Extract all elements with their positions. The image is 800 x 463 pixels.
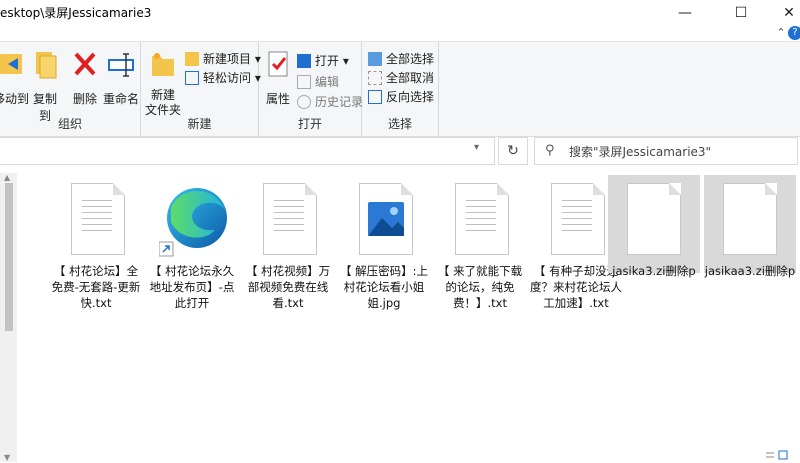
new-item-label: 新建项目 ▾ [203,52,261,66]
search-input[interactable]: 搜索"录屏Jessicamarie3" [569,143,711,160]
address-bar[interactable]: ▾ [0,137,495,165]
edge-icon [159,188,227,257]
file-item[interactable]: 【 解压密码】:上村花论坛看小姐姐.jpg [337,175,431,311]
maximize-button[interactable]: ☐ [718,0,764,26]
group-new: 新建 文件夹 新建项目 ▾ 轻松访问 ▾ 新建 [141,42,261,136]
new-folder-button[interactable]: 新建 文件夹 [145,48,181,118]
search-icon: ⚲ [545,143,555,158]
rename-button[interactable]: 重命名 [102,48,140,107]
move-to-icon [0,54,22,74]
text-file-icon [551,183,605,255]
file-name: 【 来了就能下载的论坛，纯免费！】.txt [437,264,523,310]
file-item-selected[interactable]: jasika3.zi删除p [608,175,700,278]
group-select-label: 选择 [387,117,412,131]
file-item-selected[interactable]: jasikaa3.zi删除p [704,175,796,278]
minimize-button[interactable]: — [662,0,708,26]
image-file-icon [359,183,413,255]
file-item[interactable]: 【 村花论坛】全免费-无套路-更新快.txt [49,175,143,311]
file-name: 【 村花论坛】全免费-无套路-更新快.txt [51,264,141,310]
group-organize: 移动到 复制到 删除 重命名 组织 [0,42,141,136]
file-name: 【 解压密码】:上村花论坛看小姐姐.jpg [339,264,429,310]
file-list: 【 村花论坛】全免费-无套路-更新快.txt 【 村花论坛永久地址发布页】-点此… [17,173,800,462]
scroll-up-icon[interactable]: ▲ [4,173,10,182]
new-folder-label: 新建 文件夹 [145,88,182,117]
open-icon [297,53,311,68]
history-button[interactable]: 历史记录 [297,93,363,110]
scroll-down-icon[interactable]: ▼ [4,453,10,462]
text-file-icon [455,183,509,255]
file-item[interactable]: 【 村花视频】万部视频免费在线看.txt [241,175,335,311]
select-none-label: 全部取消 [386,71,435,85]
ribbon: 移动到 复制到 删除 重命名 组织 新建 文件夹 [0,41,800,137]
text-file-icon [263,183,317,255]
new-item-icon [185,51,199,66]
close-button[interactable]: ✕ [766,0,800,26]
invert-selection-label: 反向选择 [386,90,435,104]
file-name: 【 村花视频】万部视频免费在线看.txt [245,264,331,310]
rename-icon [108,53,134,77]
file-item[interactable]: 【 来了就能下载的论坛，纯免费！】.txt [433,175,527,311]
copy-to-icon [36,52,57,79]
file-name: jasika3.zi删除p [612,264,696,278]
easy-access-label: 轻松访问 ▾ [203,71,261,85]
blank-file-icon [723,183,777,255]
edit-icon [297,74,311,89]
group-open-label: 打开 [297,117,322,131]
history-label: 历史记录 [315,95,364,109]
new-item-button[interactable]: 新建项目 ▾ [185,50,261,67]
file-name: 【 村花论坛永久地址发布页】-点此打开 [149,264,235,310]
delete-label: 删除 [72,92,97,106]
invert-selection-icon [368,89,382,104]
nav-pane-scrollbar[interactable]: ▲ ▼ [0,173,17,462]
easy-access-button[interactable]: 轻松访问 ▾ [185,69,261,86]
help-icon[interactable]: ? [788,26,800,40]
rename-label: 重命名 [102,92,139,106]
text-file-icon [71,183,125,255]
group-select: 全部选择 全部取消 反向选择 选择 [362,42,439,136]
address-bar-row: ▾ ↻ ⚲ 搜索"录屏Jessicamarie3" [0,137,800,167]
select-all-button[interactable]: 全部选择 [368,50,434,67]
new-folder-icon [152,53,174,76]
delete-button[interactable]: 删除 [70,48,100,107]
move-to-label: 移动到 [0,92,29,106]
file-item[interactable]: 【 村花论坛永久地址发布页】-点此打开 [145,175,239,311]
select-all-label: 全部选择 [386,52,435,66]
easy-access-icon [185,70,199,85]
properties-icon [268,51,288,77]
open-button[interactable]: 打开 ▾ [297,52,349,69]
edit-button[interactable]: 编辑 [297,73,339,90]
chevron-down-icon[interactable]: ▾ [474,142,479,153]
group-open: 属性 打开 ▾ 编辑 历史记录 打开 [259,42,363,136]
select-all-icon [368,51,382,66]
view-toggle-icons[interactable] [764,449,790,460]
delete-icon [74,52,96,76]
group-new-label: 新建 [187,117,212,131]
copy-to-button[interactable]: 复制到 [28,48,62,124]
properties-button[interactable]: 属性 [263,48,293,107]
open-label: 打开 ▾ [315,54,349,68]
group-organize-label: 组织 [57,117,82,131]
search-box[interactable]: ⚲ 搜索"录屏Jessicamarie3" [534,137,798,165]
properties-label: 属性 [265,92,290,106]
history-icon [297,94,311,109]
invert-selection-button[interactable]: 反向选择 [368,88,434,105]
file-name: jasikaa3.zi删除p [704,264,796,278]
edit-label: 编辑 [315,75,340,89]
select-none-button[interactable]: 全部取消 [368,69,434,86]
title-bar: esktop\录屏Jessicamarie3 — ☐ ✕ [0,0,800,26]
scrollbar-thumb[interactable] [5,183,13,331]
select-none-icon [368,70,382,85]
move-to-button[interactable]: 移动到 [0,48,30,107]
blank-file-icon [627,183,681,255]
refresh-icon[interactable]: ↻ [498,137,528,165]
window-title: esktop\录屏Jessicamarie3 [0,6,152,20]
